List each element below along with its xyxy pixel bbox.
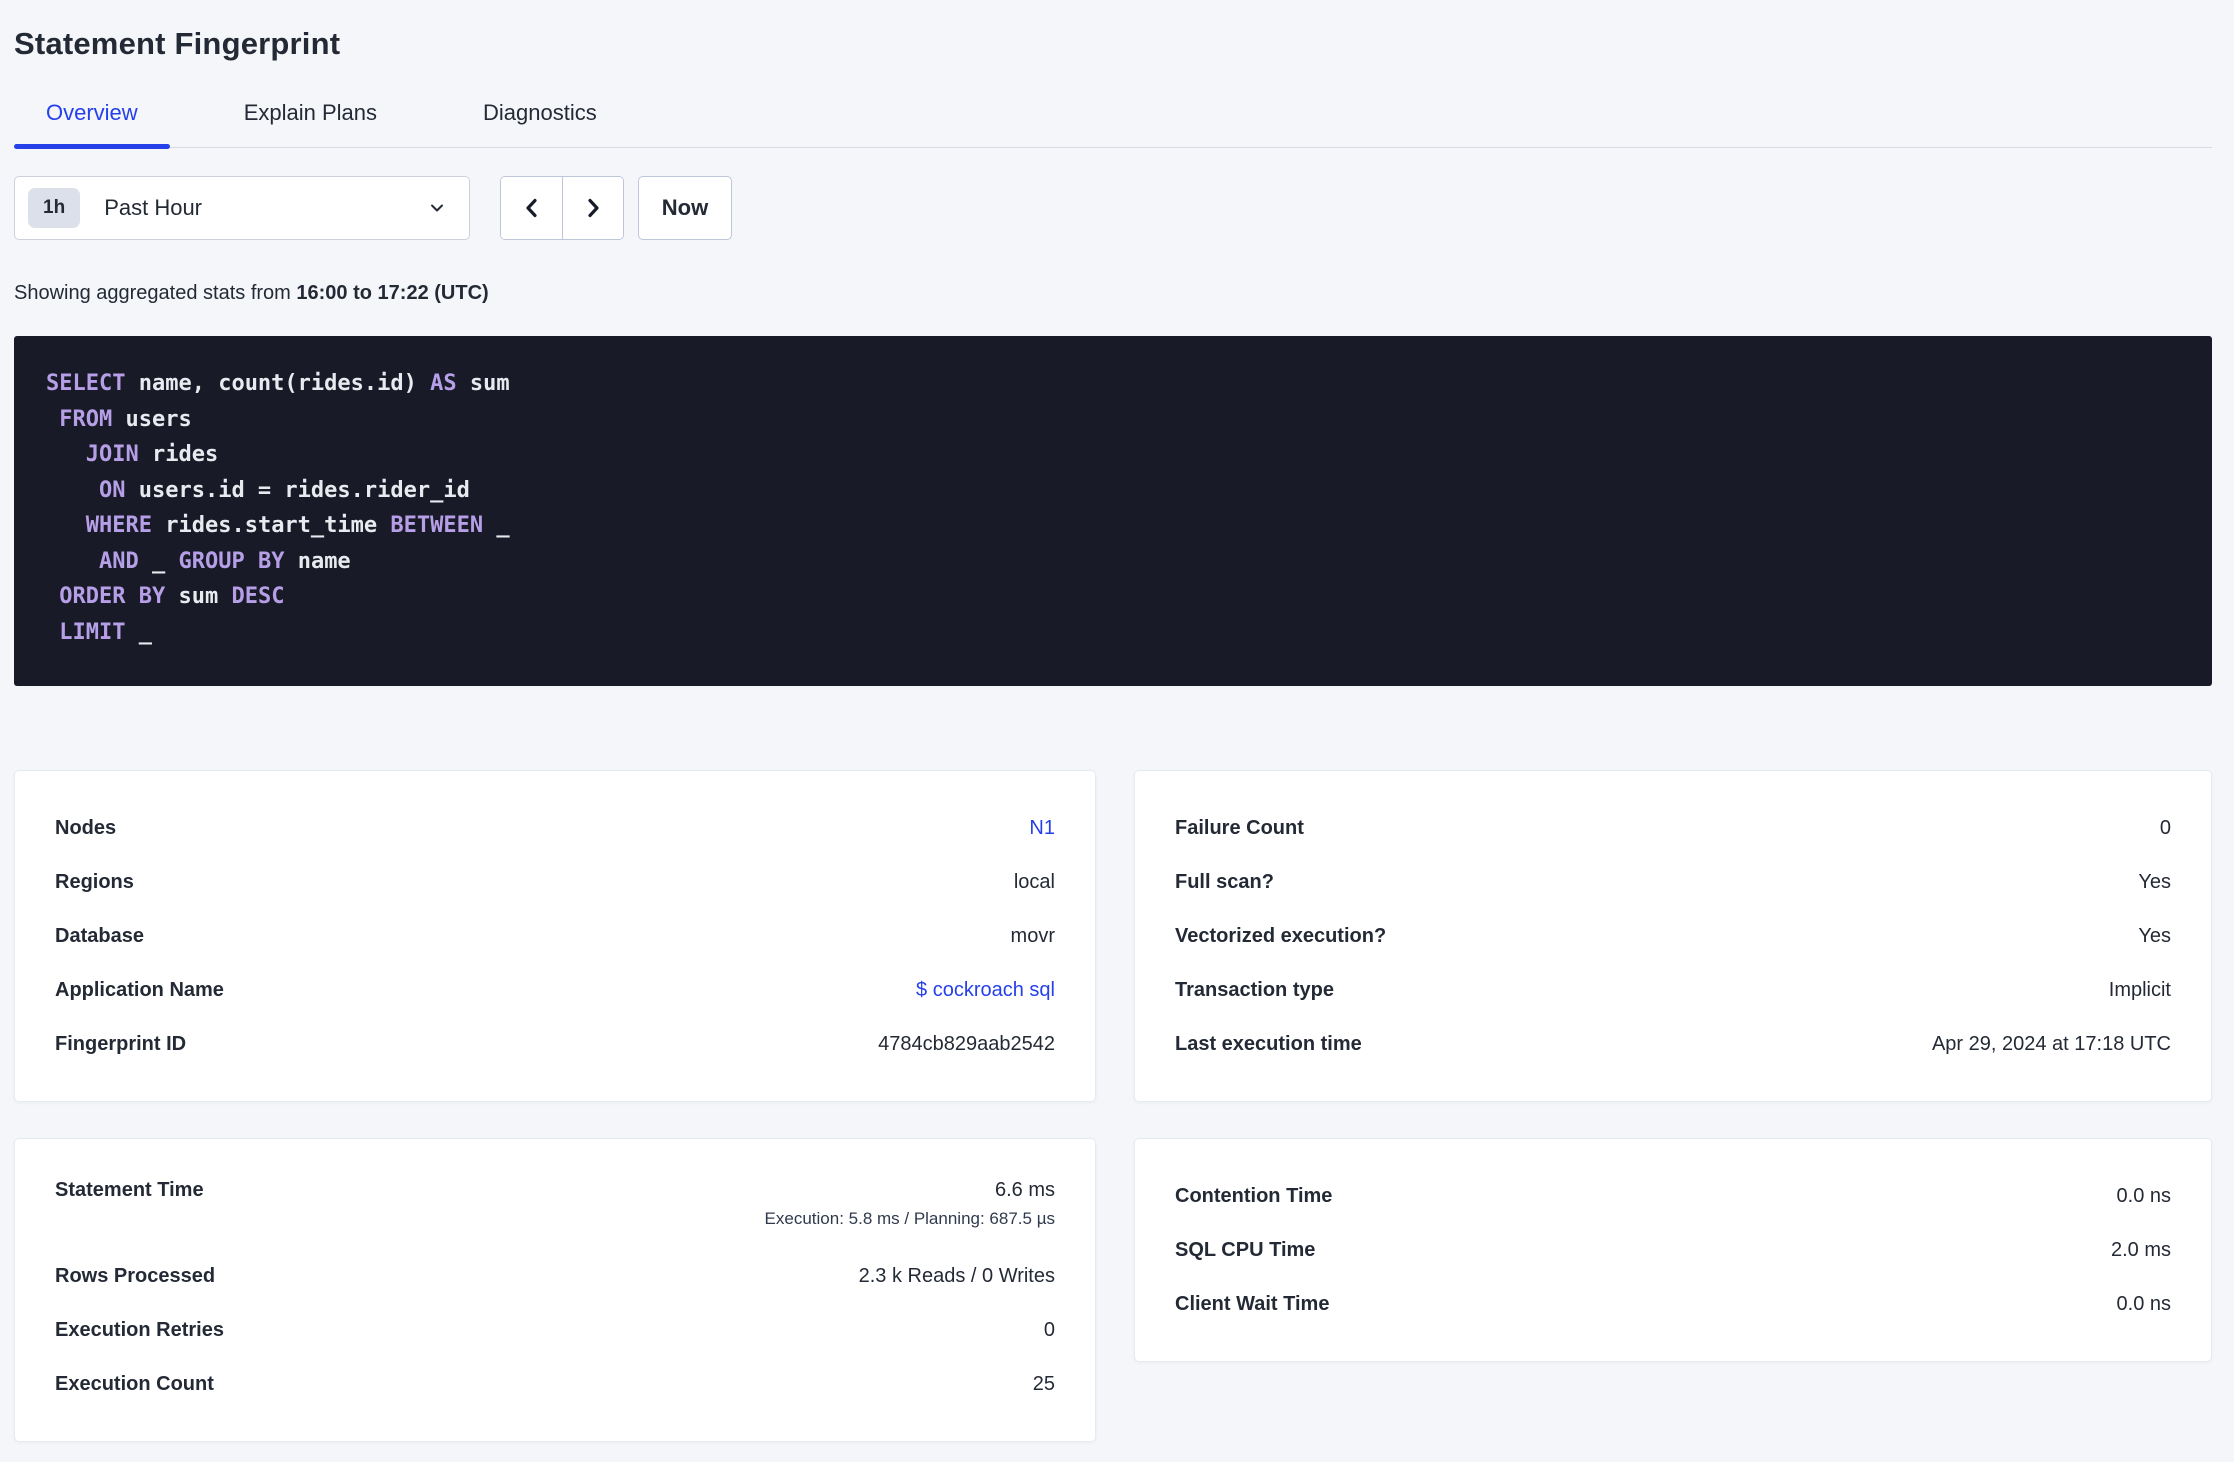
info-value: 6.6 ms [994,1179,1055,1201]
tabs-bar: Overview Explain Plans Diagnostics [14,100,2212,149]
chevron-right-icon [581,196,605,220]
statement-info-card: Nodes N1 Regions local Database movr App… [14,770,1096,1102]
info-row: Client Wait Time 0.0 ns [1175,1277,2171,1331]
info-row: Regions local [55,855,1055,909]
info-label: Full scan? [1175,870,1274,893]
info-value: 2.0 ms [2110,1238,2171,1261]
info-value: local [1013,870,1055,893]
time-nav-button-group [500,176,624,240]
info-row: Vectorized execution? Yes [1175,909,2171,963]
info-row: Last execution time Apr 29, 2024 at 17:1… [1175,1017,2171,1071]
info-row: Rows Processed 2.3 k Reads / 0 Writes [55,1249,1055,1303]
info-label: Vectorized execution? [1175,924,1387,947]
sql-code-line: SELECT name, count(rides.id) AS sum [46,371,510,396]
info-label: Rows Processed [55,1264,216,1287]
stats-note-prefix: Showing aggregated stats from [14,282,297,304]
info-row: SQL CPU Time 2.0 ms [1175,1223,2171,1277]
info-row: Nodes N1 [55,801,1055,855]
info-row: Application Name $ cockroach sql [55,963,1055,1017]
info-label: Regions [55,870,134,893]
info-value: 0 [2159,816,2171,839]
info-label: Transaction type [1175,978,1334,1001]
execution-info-card: Failure Count 0 Full scan? Yes Vectorize… [1134,770,2212,1102]
stats-note-range: 16:00 to 17:22 (UTC) [296,282,489,304]
sql-statement-box: SELECT name, count(rides.id) AS sum FROM… [14,336,2212,686]
fingerprint-id-value: 4784cb829aab2542 [878,1032,1055,1055]
info-label: Execution Count [55,1372,214,1395]
info-row: Failure Count 0 [1175,801,2171,855]
now-button[interactable]: Now [638,176,732,240]
sql-code-line: JOIN rides [85,442,219,467]
info-label: Execution Retries [55,1318,224,1341]
info-row: Execution Count 25 [55,1357,1055,1411]
timing-stats-card: Statement Time 6.6 ms Execution: 5.8 ms … [14,1138,1096,1442]
info-label: Client Wait Time [1175,1292,1330,1315]
chevron-left-icon [520,196,544,220]
info-row: Full scan? Yes [1175,855,2171,909]
info-value: 25 [1032,1372,1055,1395]
info-label: Contention Time [1175,1184,1333,1207]
sql-statement: SELECT name, count(rides.id) AS sum FROM… [46,366,2182,650]
sql-code-line: WHERE rides.start_time BETWEEN _ [85,513,510,538]
info-row: Transaction type Implicit [1175,963,2171,1017]
sql-code-line: ORDER BY sum DESC [59,584,285,609]
info-row: Execution Retries 0 [55,1303,1055,1357]
summary-cards: Nodes N1 Regions local Database movr App… [14,770,2212,1442]
info-label: Last execution time [1175,1032,1362,1055]
info-row: Statement Time 6.6 ms Execution: 5.8 ms … [55,1169,1055,1249]
info-label: Nodes [55,816,117,839]
time-range-label: Past Hour [104,195,203,220]
info-label: Failure Count [1175,816,1304,839]
tab-diagnostics[interactable]: Diagnostics [451,100,629,147]
sql-code-line: LIMIT _ [59,619,152,645]
sql-code-line: ON users.id = rides.rider_id [98,477,470,503]
next-time-button[interactable] [562,177,623,239]
info-value: 0.0 ns [2116,1292,2171,1315]
info-value: 0 [1043,1318,1055,1341]
statement-time-breakdown: Execution: 5.8 ms / Planning: 687.5 µs [764,1209,1055,1228]
sql-code-line: AND _ GROUP BY name [98,548,351,574]
stats-note: Showing aggregated stats from 16:00 to 1… [14,282,2212,305]
time-range-badge: 1h [28,188,81,228]
time-range-dropdown[interactable]: 1h Past Hour [14,176,470,240]
statement-time-value-block: 6.6 ms Execution: 5.8 ms / Planning: 687… [765,1179,1055,1229]
tab-explain-plans[interactable]: Explain Plans [212,100,409,147]
last-execution-time-value: Apr 29, 2024 at 17:18 UTC [1931,1032,2171,1055]
info-label: Fingerprint ID [55,1032,187,1055]
info-label: Statement Time [55,1179,204,1201]
tab-overview[interactable]: Overview [14,100,170,149]
chevron-down-icon [427,198,447,218]
page-title: Statement Fingerprint [14,26,341,61]
info-label: Database [55,924,144,947]
info-label: Application Name [55,978,224,1001]
info-value: Yes [2138,924,2171,947]
previous-time-button[interactable] [501,177,562,239]
info-value: 2.3 k Reads / 0 Writes [858,1264,1055,1287]
info-value: 0.0 ns [2116,1184,2171,1207]
time-controls: 1h Past Hour Now [14,176,2212,240]
info-value: Implicit [2108,978,2171,1001]
info-value: movr [1010,924,1055,947]
statement-fingerprint-page: Statement Fingerprint Overview Explain P… [0,0,2234,1462]
info-row: Fingerprint ID 4784cb829aab2542 [55,1017,1055,1071]
application-name-link[interactable]: $ cockroach sql [916,979,1055,1002]
info-row: Database movr [55,909,1055,963]
sql-code-line: FROM users [59,406,192,432]
info-row: Contention Time 0.0 ns [1175,1169,2171,1223]
wait-stats-card: Contention Time 0.0 ns SQL CPU Time 2.0 … [1134,1138,2212,1362]
nodes-link[interactable]: N1 [1029,817,1055,840]
info-label: SQL CPU Time [1175,1238,1316,1261]
info-value: Yes [2138,870,2171,893]
